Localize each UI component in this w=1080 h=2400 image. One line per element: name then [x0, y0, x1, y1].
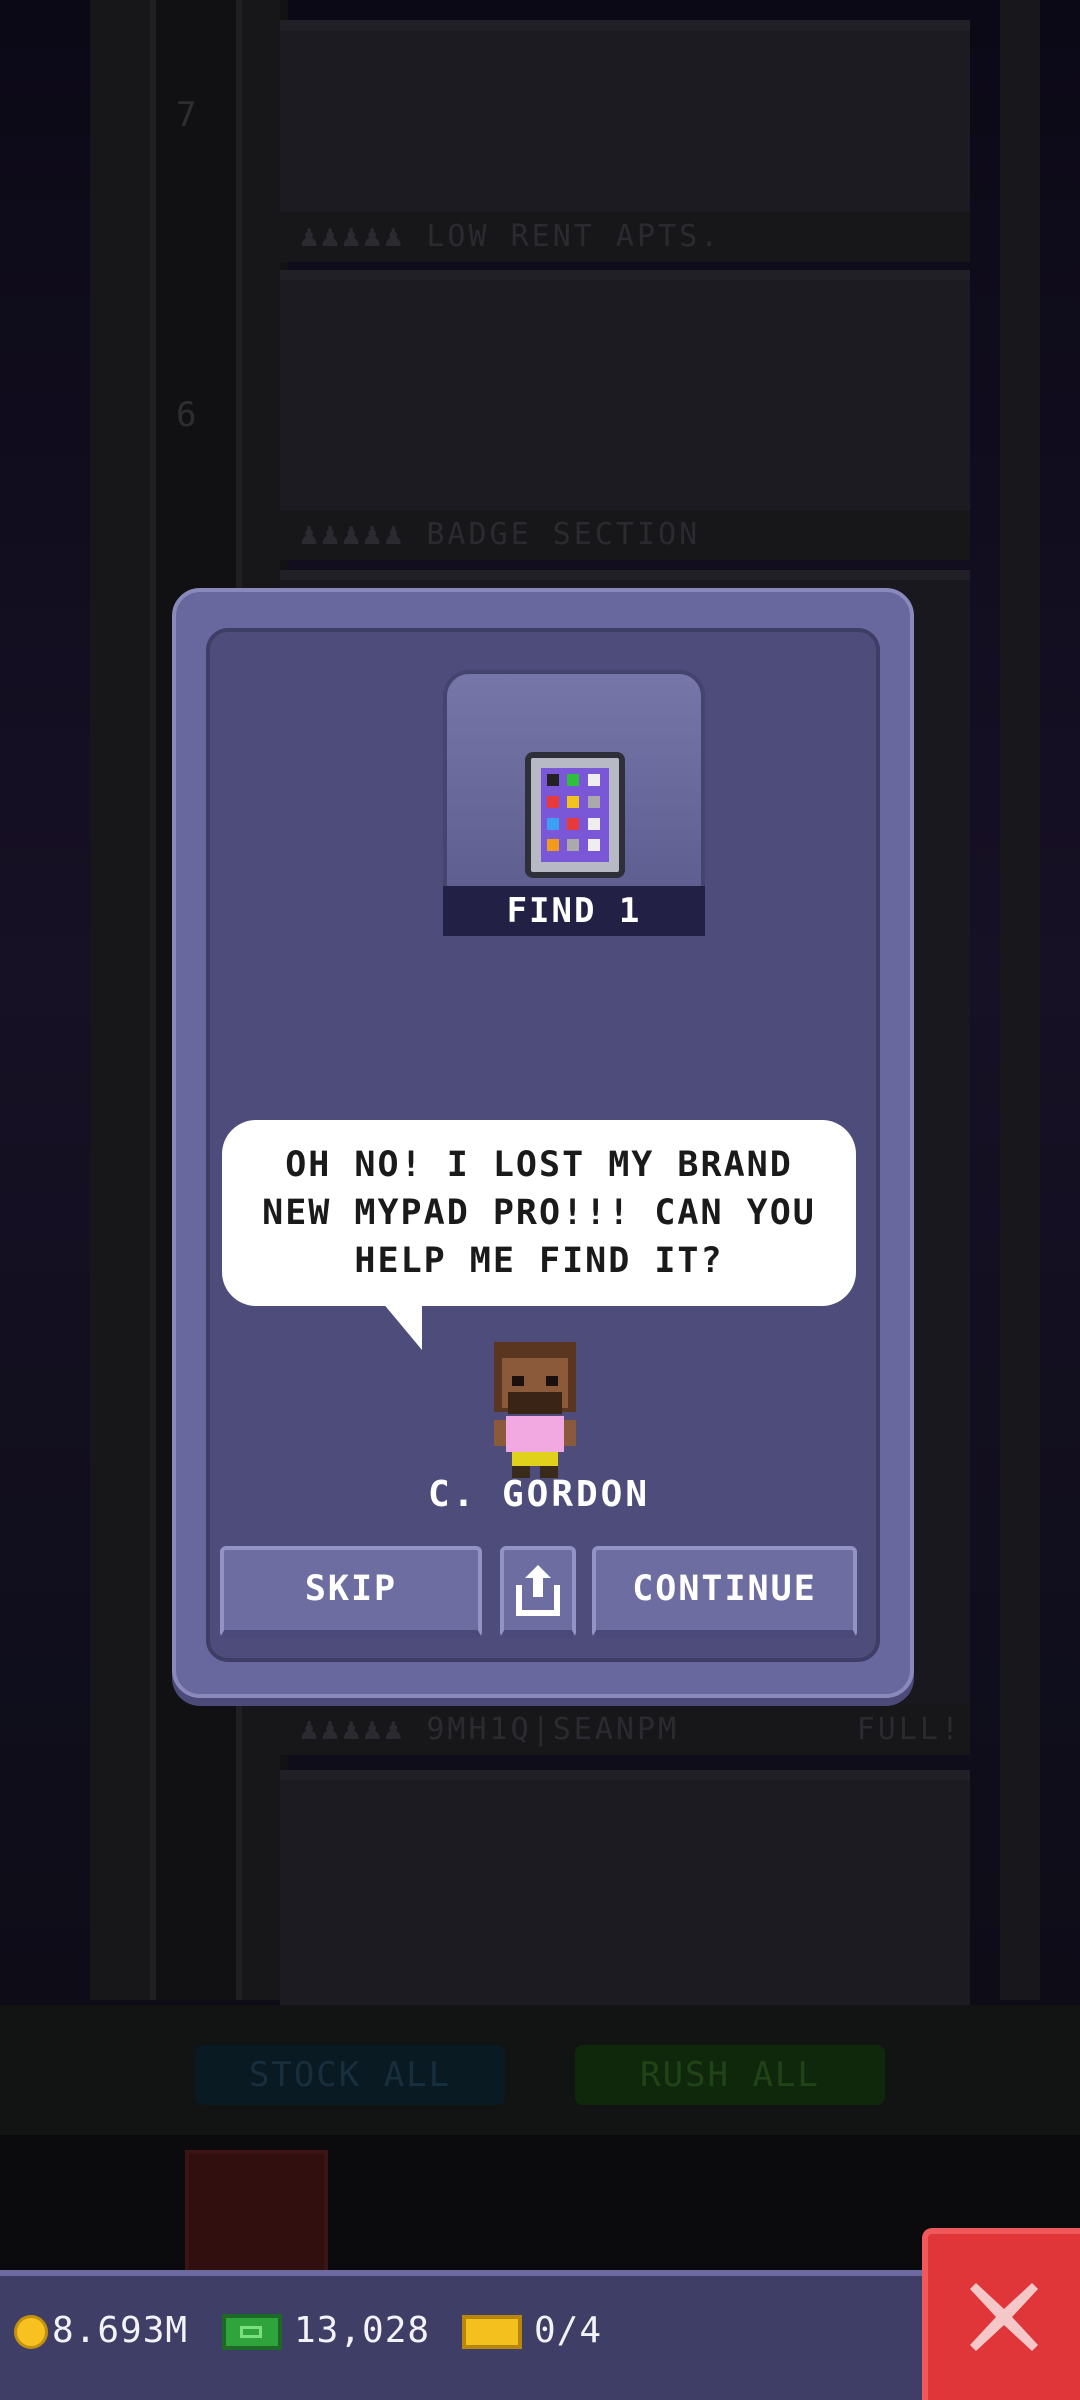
tablet-icon: [525, 752, 625, 878]
tickets-value: 0/4: [534, 2310, 603, 2351]
tickets-display: 0/4: [462, 2306, 602, 2356]
find-count-label: FIND 1: [443, 886, 705, 936]
character-sprite: [494, 1342, 576, 1478]
coins-display: 8.693M: [14, 2306, 188, 2356]
coin-icon: [14, 2315, 48, 2349]
ticket-icon: [462, 2315, 522, 2349]
tower-bux-icon: [222, 2314, 282, 2350]
continue-button[interactable]: CONTINUE: [592, 1546, 857, 1638]
coins-value: 8.693M: [52, 2310, 189, 2351]
speech-bubble: OH NO! I LOST MY BRAND NEW MYPAD PRO!!! …: [222, 1120, 856, 1306]
speech-bubble-tail: [382, 1302, 422, 1350]
skip-button[interactable]: SKIP: [220, 1546, 482, 1638]
bux-display: 13,028: [222, 2306, 430, 2356]
share-icon: [516, 1565, 560, 1616]
bux-value: 13,028: [294, 2310, 431, 2351]
share-button[interactable]: [500, 1546, 576, 1638]
close-button[interactable]: [922, 2228, 1080, 2400]
mission-item-card: FIND 1: [443, 670, 705, 936]
currency-status-bar: 8.693M 13,028 0/4: [0, 2270, 1080, 2400]
character-name: C. GORDON: [427, 1474, 651, 1515]
close-icon: [970, 2283, 1038, 2351]
mission-message: OH NO! I LOST MY BRAND NEW MYPAD PRO!!! …: [262, 1145, 816, 1281]
